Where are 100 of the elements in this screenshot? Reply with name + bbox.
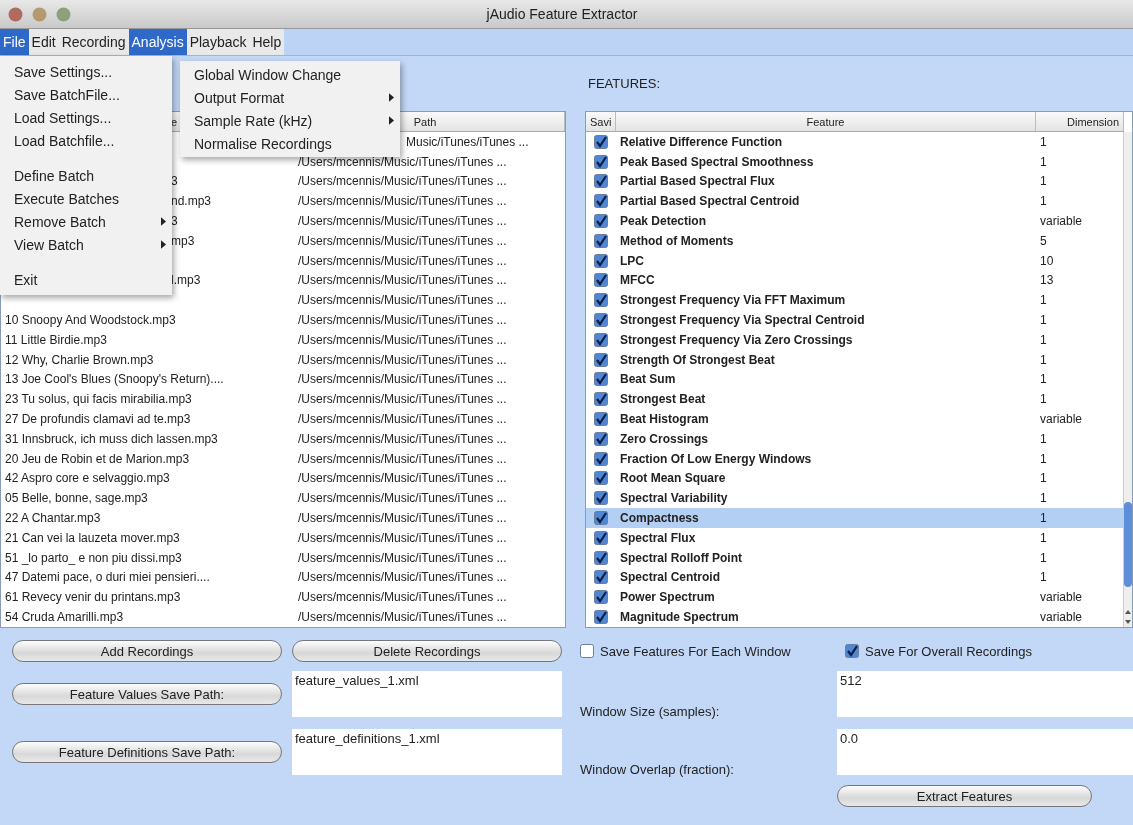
checkbox[interactable] <box>594 530 608 545</box>
setting-field[interactable]: 512 <box>837 671 1133 717</box>
table-cell: 3 <box>171 214 178 229</box>
table-cell: Spectral Rolloff Point <box>620 550 742 565</box>
menu-item[interactable]: Execute Batches <box>0 187 172 210</box>
checkbox[interactable] <box>594 491 608 506</box>
menu-item[interactable]: Save Settings... <box>0 60 172 83</box>
checkbox[interactable] <box>594 451 608 466</box>
checkbox[interactable] <box>594 412 608 427</box>
checkbox[interactable] <box>594 313 608 328</box>
checkbox[interactable] <box>594 590 608 605</box>
checkbox[interactable] <box>594 214 608 229</box>
table-cell: l.mp3 <box>171 273 201 288</box>
table-cell: 1 <box>1040 332 1047 347</box>
table-cell: 1 <box>1040 570 1047 585</box>
table-cell: 22 A Chantar.mp3 <box>5 511 101 526</box>
menu-title[interactable]: File <box>0 29 29 55</box>
path-field[interactable]: feature_values_1.xml <box>292 671 562 717</box>
table-cell: Partial Based Spectral Centroid <box>620 194 800 209</box>
table-cell: 1 <box>1040 511 1047 526</box>
checkbox[interactable] <box>594 154 608 169</box>
checkbox[interactable] <box>580 644 594 658</box>
menu-item[interactable]: Load Settings... <box>0 106 172 129</box>
checkbox[interactable] <box>594 392 608 407</box>
checkbox[interactable] <box>594 332 608 347</box>
table-cell: 54 Cruda Amarilli.mp3 <box>5 610 124 624</box>
checkbox[interactable] <box>594 570 608 585</box>
table-cell: /Users/mcennis/Music/iTunes/iTunes ... <box>298 412 507 427</box>
table-cell: 5 <box>1040 233 1047 248</box>
table-cell: /Users/mcennis/Music/iTunes/iTunes ... <box>298 570 507 585</box>
table-cell: 1 <box>1040 491 1047 506</box>
column-header[interactable]: Savi <box>586 112 616 131</box>
table-cell: 51 _lo parto_ e non piu dissi.mp3 <box>5 550 182 565</box>
menu-item[interactable]: Normalise Recordings <box>180 132 400 155</box>
scroll-thumb[interactable] <box>1124 502 1132 587</box>
table-cell: /Users/mcennis/Music/iTunes/iTunes ... <box>298 332 507 347</box>
setting-field[interactable]: 0.0 <box>837 729 1133 775</box>
delete-recordings-button[interactable]: Delete Recordings <box>292 640 562 662</box>
submenu-arrow-icon <box>389 116 394 125</box>
path-field[interactable]: feature_definitions_1.xml <box>292 729 562 775</box>
checkbox[interactable] <box>594 253 608 268</box>
table-cell: /Users/mcennis/Music/iTunes/iTunes ... <box>298 451 507 466</box>
checkbox[interactable] <box>594 174 608 189</box>
table-cell: Strength Of Strongest Beat <box>620 352 775 367</box>
column-header[interactable]: Dimension <box>1036 112 1124 131</box>
menu-item[interactable]: Save BatchFile... <box>0 83 172 106</box>
checkbox[interactable] <box>594 471 608 486</box>
checkbox[interactable] <box>845 644 859 658</box>
menu-item[interactable]: Exit <box>0 268 172 291</box>
menu-item[interactable]: Output Format <box>180 86 400 109</box>
table-cell: /Users/mcennis/Music/iTunes/iTunes ... <box>298 214 507 229</box>
checkbox[interactable] <box>594 293 608 308</box>
save-path-button[interactable]: Feature Values Save Path: <box>12 683 282 705</box>
menu-item[interactable]: Define Batch <box>0 164 172 187</box>
features-label: FEATURES: <box>588 76 660 91</box>
menu-item[interactable]: Load Batchfile... <box>0 129 172 152</box>
table-cell: Beat Histogram <box>620 412 709 427</box>
table-cell: /Users/mcennis/Music/iTunes/iTunes ... <box>298 471 507 486</box>
table-cell: Spectral Variability <box>620 491 728 506</box>
checkbox[interactable] <box>594 431 608 446</box>
table-cell: Power Spectrum <box>620 590 715 605</box>
table-cell: 10 Snoopy And Woodstock.mp3 <box>5 313 176 328</box>
save-path-button[interactable]: Feature Definitions Save Path: <box>12 741 282 763</box>
table-cell: 11 Little Birdie.mp3 <box>5 332 107 347</box>
menu-title[interactable]: Analysis <box>128 29 187 55</box>
checkbox[interactable] <box>594 610 608 624</box>
table-cell: 1 <box>1040 392 1047 407</box>
checkbox[interactable] <box>594 134 608 149</box>
column-header[interactable]: Feature <box>616 112 1036 131</box>
checkbox[interactable] <box>594 352 608 367</box>
table-cell: 42 Aspro core e selvaggio.mp3 <box>5 471 170 486</box>
menu-title[interactable]: Playback <box>186 29 250 55</box>
checkbox[interactable] <box>594 194 608 209</box>
checkbox[interactable] <box>594 233 608 248</box>
extract-features-button[interactable]: Extract Features <box>837 785 1092 807</box>
close-icon[interactable] <box>8 6 23 22</box>
checkbox[interactable] <box>594 273 608 288</box>
table-cell: Beat Sum <box>620 372 676 387</box>
checkbox[interactable] <box>594 372 608 387</box>
checkbox[interactable] <box>594 511 608 526</box>
table-cell: /Users/mcennis/Music/iTunes/iTunes ... <box>298 253 507 268</box>
selected-row[interactable]: Compactness 1 <box>586 508 1124 528</box>
table-cell: Strongest Beat <box>620 392 706 407</box>
table-cell: 20 Jeu de Robin et de Marion.mp3 <box>5 451 190 466</box>
menu-title[interactable]: Help <box>249 29 285 55</box>
table-cell: 31 Innsbruck, ich muss dich lassen.mp3 <box>5 431 218 446</box>
menu-title[interactable]: Recording <box>58 29 129 55</box>
scrollbar[interactable] <box>1123 132 1132 627</box>
checkbox[interactable] <box>594 550 608 565</box>
menu-item[interactable]: Remove Batch <box>0 210 172 233</box>
window-title: jAudio Feature Extractor <box>485 6 639 22</box>
menu-title[interactable]: Edit <box>28 29 59 55</box>
table-cell: Partial Based Spectral Flux <box>620 174 775 189</box>
table-cell: Music/iTunes/iTunes ... <box>406 134 529 149</box>
table-cell: 1 <box>1040 471 1047 486</box>
table-cell: 10 <box>1040 253 1054 268</box>
table-cell: Method of Moments <box>620 233 734 248</box>
menu-item[interactable]: View Batch <box>0 233 172 256</box>
menu-item[interactable]: Global Window Change <box>180 63 400 86</box>
add-recordings-button[interactable]: Add Recordings <box>12 640 282 662</box>
